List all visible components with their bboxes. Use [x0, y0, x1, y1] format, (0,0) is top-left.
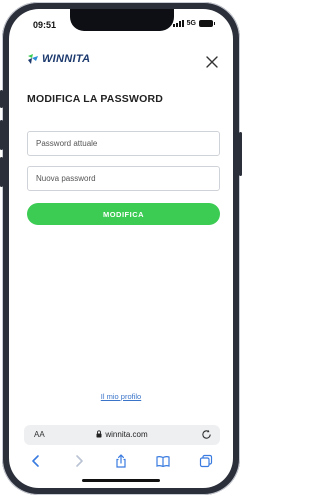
signal-icon: [172, 20, 184, 27]
winnita-logo-icon: [28, 54, 38, 64]
status-time: 09:51: [33, 20, 57, 30]
reload-icon[interactable]: [201, 429, 212, 440]
back-icon[interactable]: [29, 454, 43, 468]
side-button-volume-up: [0, 120, 3, 150]
notch: [70, 9, 174, 31]
screen: 09:51 5G WINNITA MODIFICA LA PASSWORD MO…: [9, 9, 233, 488]
status-bar: 09:51 5G: [9, 9, 233, 35]
logo[interactable]: WINNITA: [27, 53, 90, 65]
side-button-mute: [0, 90, 3, 108]
home-indicator[interactable]: [82, 479, 160, 482]
page-title: MODIFICA LA PASSWORD: [27, 93, 164, 105]
share-icon[interactable]: [114, 454, 128, 468]
modifica-button[interactable]: MODIFICA: [27, 203, 220, 225]
url-display[interactable]: winnita.com: [24, 430, 220, 439]
new-password-input[interactable]: [27, 166, 220, 191]
side-button-volume-down: [0, 157, 3, 187]
bookmarks-icon[interactable]: [156, 454, 170, 468]
logo-text: WINNITA: [42, 53, 91, 65]
battery-icon: [199, 20, 215, 27]
address-bar[interactable]: AA winnita.com: [24, 425, 220, 445]
app-header: WINNITA: [9, 47, 233, 77]
network-label: 5G: [186, 20, 196, 27]
url-text: winnita.com: [105, 430, 148, 439]
phone-frame: 09:51 5G WINNITA MODIFICA LA PASSWORD MO…: [0, 2, 242, 495]
lock-icon: [96, 430, 102, 438]
profile-link[interactable]: Il mio profilo: [9, 392, 233, 401]
forward-icon[interactable]: [72, 454, 86, 468]
current-password-input[interactable]: [27, 131, 220, 156]
status-icons: 5G: [172, 20, 215, 27]
close-icon[interactable]: [205, 55, 219, 69]
browser-toolbar: [9, 449, 233, 473]
tabs-icon[interactable]: [199, 454, 213, 468]
side-button-power: [239, 132, 242, 176]
